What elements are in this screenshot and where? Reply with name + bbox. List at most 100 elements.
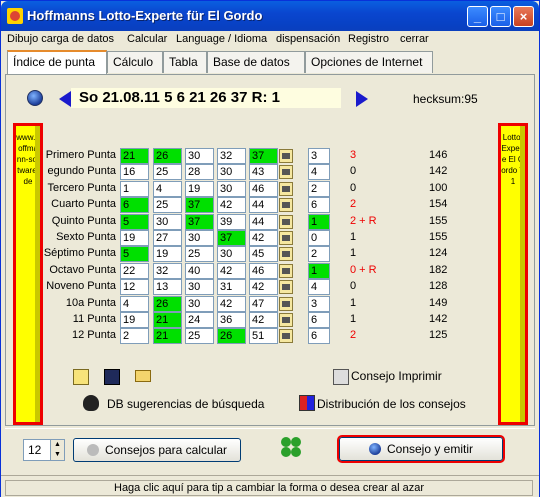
close-button[interactable]: ×: [513, 6, 534, 27]
tip-number-field[interactable]: 44: [249, 213, 278, 230]
tab-base-de-datos[interactable]: Base de datos: [207, 51, 305, 73]
tip-extra-field[interactable]: 6: [308, 328, 330, 345]
tip-number-field[interactable]: 42: [249, 230, 278, 246]
emit-tips-button[interactable]: Consejo y emitir: [337, 435, 505, 463]
tip-edit-icon[interactable]: [73, 369, 89, 385]
tip-number-field[interactable]: 42: [249, 279, 278, 296]
tip-number-field[interactable]: 32: [217, 148, 246, 164]
globe-icon[interactable]: [27, 90, 43, 106]
status-text[interactable]: Haga clic aquí para tip a cambiar la for…: [5, 480, 533, 496]
tip-number-field[interactable]: 30: [185, 295, 214, 312]
tip-extra-field[interactable]: 1: [308, 213, 330, 230]
tip-number-field[interactable]: 24: [185, 312, 214, 328]
tip-number-field[interactable]: 51: [249, 328, 278, 345]
tip-number-field[interactable]: 39: [217, 213, 246, 230]
print-tips-button[interactable]: Consejo Imprimir: [351, 369, 442, 383]
tip-edit-icon[interactable]: [279, 181, 293, 196]
tip-extra-field[interactable]: 4: [308, 279, 330, 296]
tip-number-field[interactable]: 22: [120, 262, 149, 279]
tip-number-field[interactable]: 30: [185, 279, 214, 296]
tip-edit-icon[interactable]: [279, 329, 293, 344]
tip-edit-icon[interactable]: [279, 280, 293, 295]
tip-number-field[interactable]: 4: [153, 180, 182, 197]
tip-extra-field[interactable]: 2: [308, 180, 330, 197]
tip-number-field[interactable]: 25: [185, 328, 214, 345]
tip-number-field[interactable]: 45: [249, 246, 278, 263]
tab-opciones-de-internet[interactable]: Opciones de Internet: [305, 51, 433, 73]
tip-edit-icon[interactable]: [279, 313, 293, 327]
tip-number-field[interactable]: 21: [120, 148, 149, 164]
tip-number-field[interactable]: 25: [185, 246, 214, 263]
tip-extra-field[interactable]: 1: [308, 262, 330, 279]
tip-number-field[interactable]: 26: [153, 148, 182, 164]
tip-edit-icon[interactable]: [279, 263, 293, 278]
menu-item-cerrar[interactable]: cerrar: [400, 33, 429, 45]
tip-number-field[interactable]: 28: [185, 164, 214, 181]
tip-number-field[interactable]: 30: [153, 213, 182, 230]
tip-extra-field[interactable]: 0: [308, 230, 330, 246]
tip-number-field[interactable]: 42: [217, 262, 246, 279]
tip-number-field[interactable]: 44: [249, 197, 278, 214]
tip-number-field[interactable]: 43: [249, 164, 278, 181]
menu-item-calcular[interactable]: Calcular: [127, 33, 167, 45]
distribution-button[interactable]: Distribución de los consejos: [317, 397, 466, 411]
clover-icon[interactable]: [281, 437, 301, 457]
tip-number-field[interactable]: 12: [120, 279, 149, 296]
tip-extra-field[interactable]: 6: [308, 312, 330, 328]
tip-number-field[interactable]: 30: [185, 230, 214, 246]
tip-number-field[interactable]: 37: [185, 197, 214, 214]
tab-tabla[interactable]: Tabla: [163, 51, 207, 73]
menu-item-dispensacion[interactable]: dispensación: [276, 33, 340, 45]
tip-number-field[interactable]: 30: [217, 164, 246, 181]
tip-edit-icon[interactable]: [279, 247, 293, 262]
tip-number-field[interactable]: 30: [217, 246, 246, 263]
distribution-chart-icon[interactable]: [299, 395, 315, 411]
tip-number-field[interactable]: 6: [120, 197, 149, 214]
tip-extra-field[interactable]: 6: [308, 197, 330, 214]
left-banner[interactable]: www.hoffmann-software.de: [13, 123, 43, 425]
db-search-button[interactable]: DB sugerencias de búsqueda: [107, 397, 264, 411]
tip-edit-icon[interactable]: [279, 198, 293, 213]
tip-number-field[interactable]: 19: [120, 230, 149, 246]
open-folder-icon[interactable]: [135, 370, 151, 382]
tip-number-field[interactable]: 5: [120, 213, 149, 230]
tip-edit-icon[interactable]: [279, 296, 293, 311]
tip-number-field[interactable]: 25: [153, 197, 182, 214]
save-icon[interactable]: [104, 369, 120, 385]
stepper-buttons[interactable]: ▲ ▼: [50, 440, 64, 460]
tip-number-field[interactable]: 27: [153, 230, 182, 246]
tip-number-field[interactable]: 37: [249, 148, 278, 164]
tip-extra-field[interactable]: 4: [308, 164, 330, 181]
menu-item-dibujo[interactable]: Dibujo carga de datos: [7, 33, 114, 45]
next-draw-arrow-icon[interactable]: [356, 91, 368, 107]
tip-number-field[interactable]: 5: [120, 246, 149, 263]
tip-extra-field[interactable]: 2: [308, 246, 330, 263]
stepper-down-icon[interactable]: ▼: [51, 450, 64, 460]
tip-number-field[interactable]: 37: [185, 213, 214, 230]
tip-edit-icon[interactable]: [279, 231, 293, 245]
tip-number-field[interactable]: 16: [120, 164, 149, 181]
tab-calculo[interactable]: Cálculo: [107, 51, 163, 73]
maximize-button[interactable]: □: [490, 6, 511, 27]
tip-number-field[interactable]: 42: [217, 197, 246, 214]
tip-number-field[interactable]: 19: [185, 180, 214, 197]
tip-number-field[interactable]: 25: [153, 164, 182, 181]
tip-number-field[interactable]: 21: [153, 312, 182, 328]
tip-number-field[interactable]: 32: [153, 262, 182, 279]
tip-number-field[interactable]: 46: [249, 262, 278, 279]
tip-edit-icon[interactable]: [279, 149, 293, 163]
tip-number-field[interactable]: 26: [217, 328, 246, 345]
tip-number-field[interactable]: 26: [153, 295, 182, 312]
binoculars-icon[interactable]: [83, 395, 99, 411]
tip-number-field[interactable]: 31: [217, 279, 246, 296]
tip-number-field[interactable]: 19: [153, 246, 182, 263]
tip-number-field[interactable]: 30: [185, 148, 214, 164]
tip-number-field[interactable]: 37: [217, 230, 246, 246]
menu-item-language[interactable]: Language / Idioma: [176, 33, 267, 45]
menu-item-registro[interactable]: Registro: [348, 33, 389, 45]
printer-icon[interactable]: [333, 369, 349, 385]
tip-edit-icon[interactable]: [279, 214, 293, 229]
tip-number-field[interactable]: 30: [217, 180, 246, 197]
tip-extra-field[interactable]: 3: [308, 295, 330, 312]
tip-number-field[interactable]: 42: [249, 312, 278, 328]
